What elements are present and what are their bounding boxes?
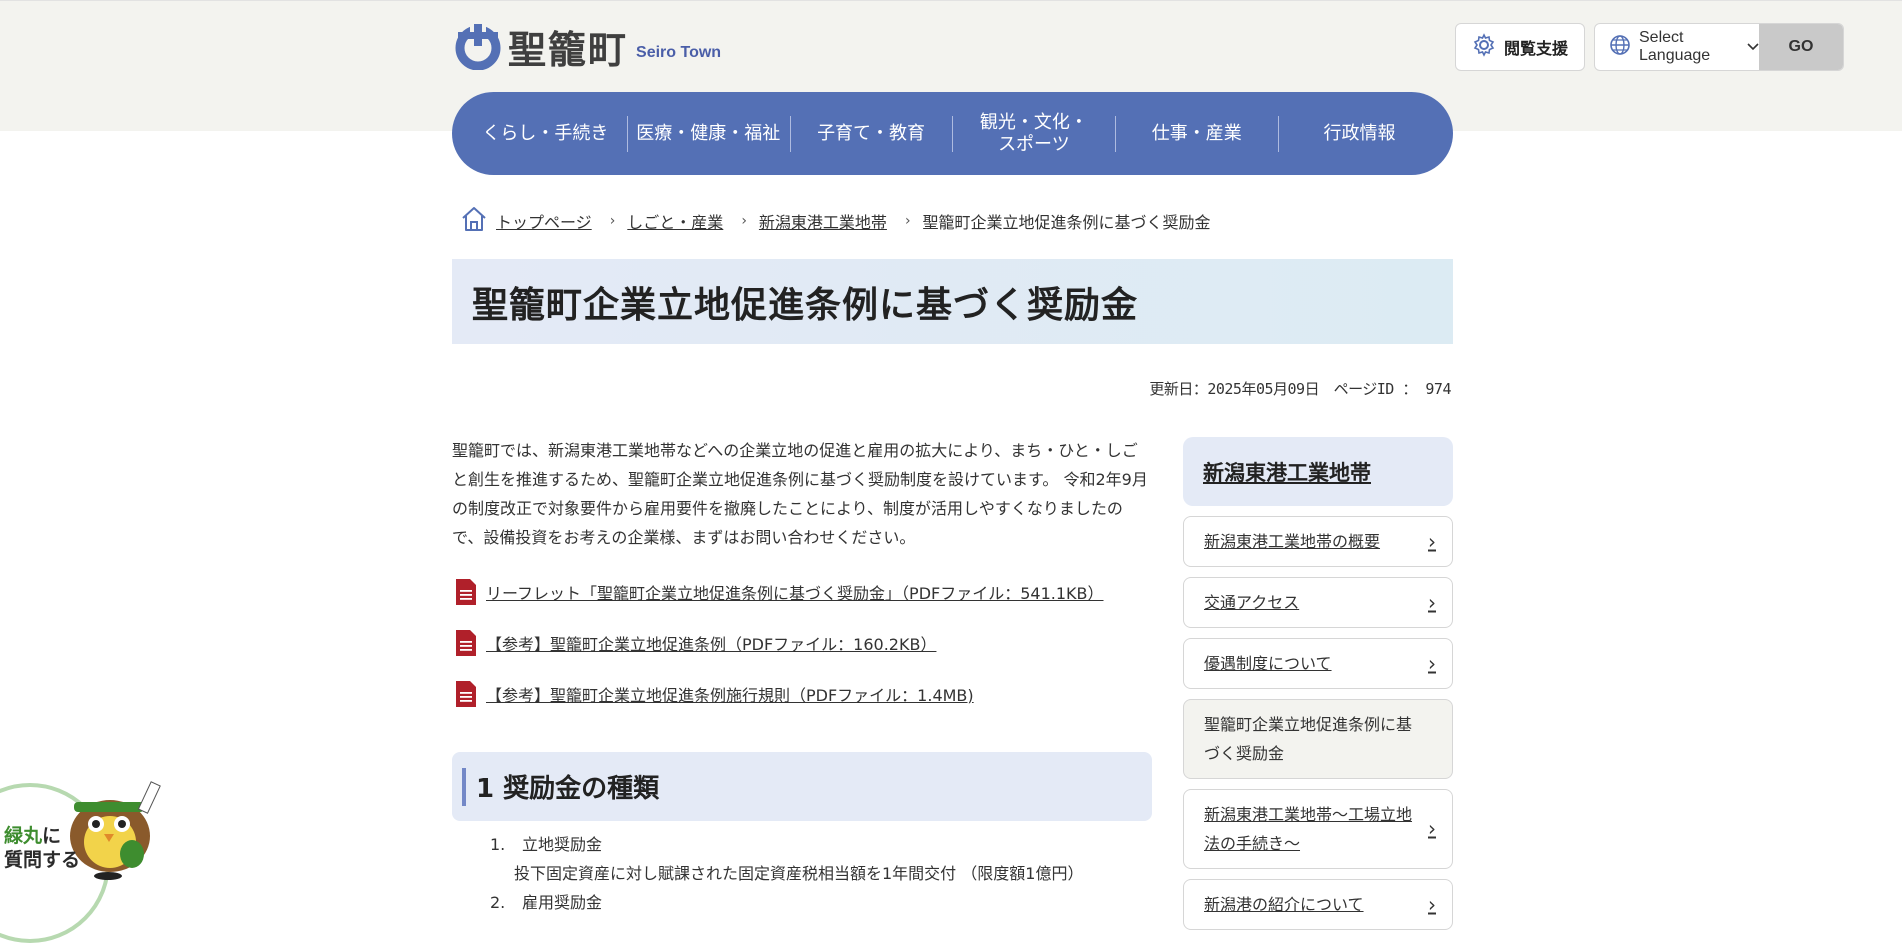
list-label: 立地奨励金 <box>522 835 603 854</box>
logo-english: Seiro Town <box>636 44 722 61</box>
pdf-file-icon <box>456 629 476 656</box>
language-selector: Select Language GO <box>1594 23 1844 71</box>
list-number: 1. <box>490 835 506 854</box>
town-emblem-icon <box>452 22 504 71</box>
breadcrumb-separator: › <box>741 213 747 229</box>
sidebar-item-incentives[interactable]: 優遇制度について › <box>1183 638 1453 689</box>
chevron-down-icon <box>1747 38 1759 56</box>
breadcrumb-item[interactable]: しごと・産業 <box>627 209 723 233</box>
page-meta: 更新日：2025年05月09日 ページID ： 974 <box>1149 380 1451 398</box>
section-heading-box: 1 奨励金の種類 <box>452 752 1152 821</box>
breadcrumb-separator: › <box>609 213 616 229</box>
sidebar-item-factory-law[interactable]: 新潟東港工業地帯～工場立地法の手続き～ › <box>1183 789 1453 869</box>
sidebar-heading[interactable]: 新潟東港工業地帯 <box>1183 437 1453 506</box>
chevron-right-icon: › <box>1428 816 1436 841</box>
nav-item-health[interactable]: 医療・健康・福祉 <box>626 115 790 152</box>
sidebar-item-label: 交通アクセス <box>1204 593 1300 612</box>
assist-label: 閲覧支援 <box>1503 39 1568 58</box>
global-nav: くらし・手続き 医療・健康・福祉 子育て・教育 観光・文化・ スポーツ 仕事・産… <box>452 92 1453 175</box>
nav-item-work[interactable]: 仕事・産業 <box>1115 115 1278 152</box>
breadcrumb: トップページ › しごと・産業 › 新潟東港工業地帯 › 聖籠町企業立地促進条例… <box>460 204 1211 238</box>
chevron-right-icon: › <box>1428 892 1436 916</box>
sidebar-item-label: 新潟東港工業地帯～工場立地法の手続き～ <box>1204 805 1413 853</box>
sidebar-item-label: 聖籠町企業立地促進条例に基づく奨励金 <box>1204 715 1413 763</box>
sidebar-item-label: 新潟東港工業地帯の概要 <box>1204 532 1381 551</box>
list-item: 2. 雇用奨励金 <box>490 888 1130 917</box>
site-logo[interactable]: 聖籠町 Seiro Town <box>452 20 721 72</box>
chevron-right-icon: › <box>1428 529 1436 553</box>
sidebar-heading-link[interactable]: 新潟東港工業地帯 <box>1203 457 1371 487</box>
sidebar-item-label: 新潟港の紹介について <box>1204 895 1364 914</box>
pdf-list: リーフレット「聖籠町企業立地促進条例に基づく奨励金」（PDFファイル：541.1… <box>456 566 1156 719</box>
nav-item-tourism[interactable]: 観光・文化・ スポーツ <box>952 112 1115 155</box>
breadcrumb-separator: › <box>904 213 911 229</box>
globe-icon <box>1609 34 1631 61</box>
list-description: 投下固定資産に対し賦課された固定資産税相当額を1年間交付 （限度額1億円） <box>514 864 1084 883</box>
browsing-assist-button[interactable]: 閲覧支援 <box>1455 23 1585 71</box>
pdf-link-row: 【参考】聖籠町企業立地促進条例施行規則（PDFファイル：1.4MB) <box>456 668 1156 719</box>
chevron-right-icon: › <box>1428 651 1436 675</box>
pdf-file-icon <box>456 578 476 605</box>
sidebar-item-access[interactable]: 交通アクセス › <box>1183 577 1453 628</box>
mascot-label: 緑丸に 質問する <box>4 825 81 871</box>
nav-item-admin[interactable]: 行政情報 <box>1278 115 1441 152</box>
sidebar: 新潟東港工業地帯 新潟東港工業地帯の概要 › 交通アクセス › 優遇制度について… <box>1183 437 1453 930</box>
language-label: Select Language <box>1639 29 1711 64</box>
pdf-link-regulations[interactable]: 【参考】聖籠町企業立地促進条例施行規則（PDFファイル：1.4MB) <box>486 682 974 706</box>
sidebar-item-overview[interactable]: 新潟東港工業地帯の概要 › <box>1183 516 1453 567</box>
breadcrumb-item[interactable]: 新潟東港工業地帯 <box>759 209 887 233</box>
sidebar-item-label: 優遇制度について <box>1204 654 1332 673</box>
home-icon <box>460 205 488 237</box>
pdf-link-row: 【参考】聖籠町企業立地促進条例（PDFファイル：160.2KB） <box>456 617 1156 668</box>
logo-japanese: 聖籠町 <box>508 27 629 72</box>
breadcrumb-home[interactable]: トップページ <box>496 209 592 233</box>
language-select[interactable]: Select Language <box>1595 24 1759 70</box>
breadcrumb-current: 聖籠町企業立地促進条例に基づく奨励金 <box>922 213 1211 232</box>
intro-paragraph: 聖籠町では、新潟東港工業地帯などへの企業立地の促進と雇用の拡大により、まち・ひと… <box>452 441 1148 547</box>
pdf-link-ordinance[interactable]: 【参考】聖籠町企業立地促進条例（PDFファイル：160.2KB） <box>486 631 936 655</box>
page-title: 聖籠町企業立地促進条例に基づく奨励金 <box>472 284 1139 326</box>
incentive-list: 1. 立地奨励金 投下固定資産に対し賦課された固定資産税相当額を1年間交付 （限… <box>490 830 1130 917</box>
pdf-link-row: リーフレット「聖籠町企業立地促進条例に基づく奨励金」（PDFファイル：541.1… <box>456 566 1156 617</box>
sidebar-item-port[interactable]: 新潟港の紹介について › <box>1183 879 1453 930</box>
nav-item-childcare[interactable]: 子育て・教育 <box>789 115 953 152</box>
gear-icon <box>1472 33 1496 61</box>
sidebar-item-current: 聖籠町企業立地促進条例に基づく奨励金 <box>1183 699 1453 779</box>
page-title-box: 聖籠町企業立地促進条例に基づく奨励金 <box>452 259 1453 344</box>
list-label: 雇用奨励金 <box>522 893 603 912</box>
list-number: 2. <box>490 893 506 912</box>
pdf-link-leaflet[interactable]: リーフレット「聖籠町企業立地促進条例に基づく奨励金」（PDFファイル：541.1… <box>486 580 1104 604</box>
chevron-right-icon: › <box>1428 590 1436 614</box>
nav-item-life[interactable]: くらし・手続き <box>464 116 627 152</box>
mascot-chat-button[interactable]: 緑丸に 質問する <box>0 778 170 943</box>
section-heading: 1 奨励金の種類 <box>476 774 660 804</box>
pdf-file-icon <box>456 680 476 707</box>
language-go-button[interactable]: GO <box>1759 24 1843 70</box>
list-item: 1. 立地奨励金 <box>490 830 1130 859</box>
